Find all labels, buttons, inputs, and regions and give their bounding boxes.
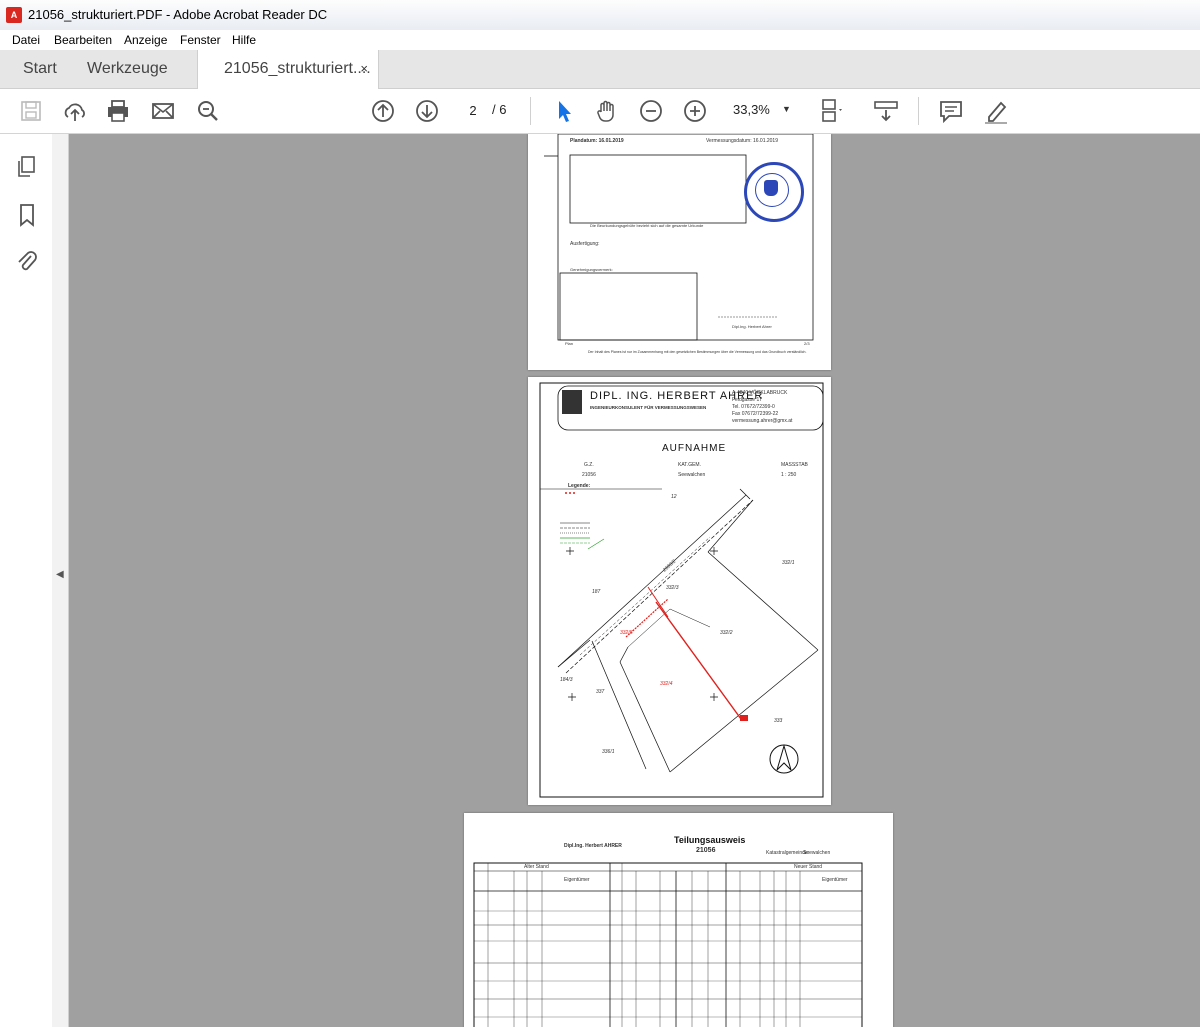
comment-icon[interactable] xyxy=(937,97,965,125)
kg-value: Seewalchen xyxy=(678,472,706,478)
menu-fenster[interactable]: Fenster xyxy=(180,33,221,47)
tab-document-label: 21056_strukturiert.... xyxy=(224,60,371,77)
beurkundung-note: Die Beurkundungsgebühr bezieht sich auf … xyxy=(590,223,704,228)
highlight-pen-icon[interactable] xyxy=(981,97,1009,125)
attachment-icon[interactable] xyxy=(14,248,40,274)
kg-label: KAT.GEM. xyxy=(678,462,701,468)
phone-text: Tel. 07672/72399-0 xyxy=(732,404,775,410)
document-heading: AUFNAHME xyxy=(662,443,727,454)
page-thumbnails-icon[interactable] xyxy=(14,154,40,180)
chevron-down-icon[interactable]: ▼ xyxy=(782,104,791,114)
page-up-icon[interactable] xyxy=(369,97,397,125)
toolbar-divider xyxy=(530,97,531,125)
pdf-page-2: DIPL. ING. HERBERT AHRER INGENIEURKONSUL… xyxy=(528,377,831,805)
search-icon[interactable] xyxy=(194,97,222,125)
parcel-label: 332/3 xyxy=(666,585,679,591)
legend-title: Legende: xyxy=(568,483,591,489)
menu-datei[interactable]: Datei xyxy=(12,33,40,47)
navigation-sidebar xyxy=(0,134,53,1027)
scale-value: 1 : 250 xyxy=(781,472,797,478)
legal-footnote: Der Inhalt des Planes ist nur im Zusamme… xyxy=(588,350,807,354)
tab-start[interactable]: Start xyxy=(23,50,57,88)
kg-value: Seewalchen xyxy=(803,850,831,856)
official-stamp xyxy=(744,162,804,222)
fit-page-icon[interactable] xyxy=(817,97,845,125)
cloud-upload-icon[interactable] xyxy=(61,97,89,125)
genehmigung-label: Genehmigungsvermerk: xyxy=(570,267,613,272)
save-icon[interactable] xyxy=(17,97,45,125)
page-footer-right: 2/3 xyxy=(804,341,810,346)
zoom-out-icon[interactable] xyxy=(637,97,665,125)
page-number-input[interactable]: 2 xyxy=(457,99,489,123)
gz-label: G.Z. xyxy=(584,462,594,468)
window-titlebar: A 21056_strukturiert.PDF - Adobe Acrobat… xyxy=(0,0,1200,31)
menu-bar: Datei Bearbeiten Anzeige Fenster Hilfe xyxy=(0,30,1200,50)
hand-tool-icon[interactable] xyxy=(593,97,621,125)
teilungsausweis-table xyxy=(473,862,863,1027)
parcel-label: 336/1 xyxy=(602,749,615,755)
page-down-icon[interactable] xyxy=(413,97,441,125)
email-text: vermessung.ahrer@gmx.at xyxy=(732,418,793,424)
sidebar-collapse-handle[interactable]: ◀ xyxy=(52,134,69,1027)
gz-value: 21056 xyxy=(582,472,596,478)
pdf-page-1: Plandatum: 16.01.2019 Vermessungsdatum: … xyxy=(528,134,831,370)
parcel-label: 332/4 xyxy=(660,681,673,687)
page-footer-left: Plan xyxy=(565,341,574,346)
parcel-label: 333 xyxy=(774,718,783,724)
pdf-icon: A xyxy=(6,7,22,23)
gz-number: 21056 xyxy=(696,847,716,854)
zoom-in-icon[interactable] xyxy=(681,97,709,125)
close-tab-icon[interactable]: × xyxy=(360,50,368,88)
zoom-level-field[interactable]: 33,3% xyxy=(733,102,770,117)
parcel-label: 332/2 xyxy=(720,630,733,636)
mail-icon[interactable] xyxy=(149,97,177,125)
menu-hilfe[interactable]: Hilfe xyxy=(232,33,256,47)
eigentuemer-header: Eigentümer xyxy=(564,877,590,883)
survey-map xyxy=(539,382,824,798)
teilungsausweis-title: Teilungsausweis xyxy=(674,835,746,845)
address-line-2: Feldgasse 17 xyxy=(732,397,763,403)
ausfertigung-label: Ausfertigung: xyxy=(570,241,600,247)
address-line-1: A-4840 VÖCKLABRUCK xyxy=(732,390,788,396)
signature-label: Dipl.Ing. Herbert Ahrer xyxy=(732,324,772,329)
chevron-left-icon: ◀ xyxy=(56,569,64,580)
plandatum-text: Plandatum: 16.01.2019 xyxy=(570,138,624,144)
company-subtitle: INGENIEURKONSULENT FÜR VERMESSUNGSWESEN xyxy=(590,405,707,410)
page-total: / 6 xyxy=(492,102,507,117)
author-name: Dipl.Ing. Herbert AHRER xyxy=(564,843,622,849)
parcel-label: 187 xyxy=(592,589,601,595)
select-arrow-icon[interactable] xyxy=(550,97,578,125)
tab-tools[interactable]: Werkzeuge xyxy=(87,50,168,88)
tab-document[interactable]: 21056_strukturiert.... × xyxy=(197,50,379,89)
neuer-stand-header: Neuer Stand xyxy=(794,864,823,870)
tab-bar: Start Werkzeuge 21056_strukturiert.... × xyxy=(0,50,1200,89)
bookmark-icon[interactable] xyxy=(14,202,40,228)
alter-stand-header: Alter Stand xyxy=(524,864,549,870)
parcel-label: 12 xyxy=(671,494,677,500)
parcel-label: 332/5 xyxy=(620,630,633,636)
parcel-label: 337 xyxy=(596,689,605,695)
print-icon[interactable] xyxy=(104,97,132,125)
vermessungsdatum-text: Vermessungsdatum: 16.01.2019 xyxy=(706,138,778,144)
fax-text: Fax 07672/72399-22 xyxy=(732,411,779,417)
toolbar-divider xyxy=(918,97,919,125)
window-title: 21056_strukturiert.PDF - Adobe Acrobat R… xyxy=(28,7,328,22)
document-viewer[interactable]: Plandatum: 16.01.2019 Vermessungsdatum: … xyxy=(69,134,1200,1027)
eigentuemer-header: Eigentümer xyxy=(822,877,848,883)
scale-label: MASSSTAB xyxy=(781,462,808,468)
parcel-label: 184/3 xyxy=(560,677,573,683)
parcel-label: 332/1 xyxy=(782,560,795,566)
menu-anzeige[interactable]: Anzeige xyxy=(124,33,167,47)
pdf-page-3: Teilungsausweis Dipl.Ing. Herbert AHRER … xyxy=(464,813,893,1027)
scroll-mode-icon[interactable] xyxy=(872,97,900,125)
menu-bearbeiten[interactable]: Bearbeiten xyxy=(54,33,112,47)
